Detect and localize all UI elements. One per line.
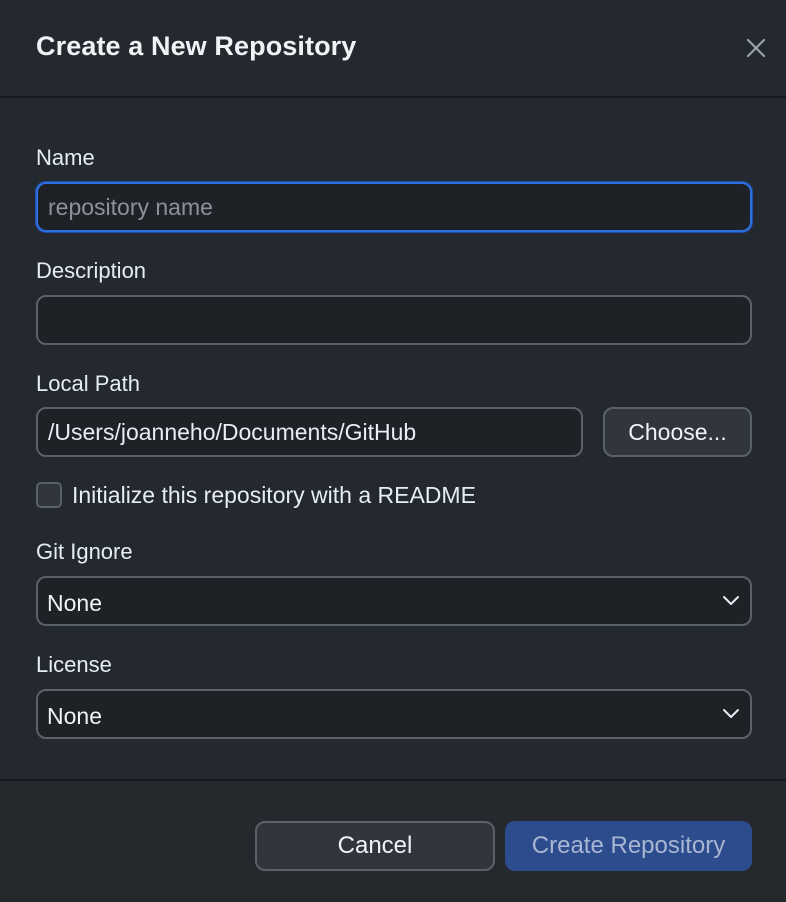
license-label: License xyxy=(36,652,112,677)
git-ignore-label: Git Ignore xyxy=(36,539,133,564)
local-path-input[interactable] xyxy=(36,407,583,457)
git-ignore-select[interactable]: None xyxy=(36,576,752,626)
dialog-title: Create a New Repository xyxy=(36,31,357,61)
description-input[interactable] xyxy=(36,295,752,345)
local-path-label: Local Path xyxy=(36,371,140,396)
create-repository-dialog: Create a New Repository Name Description… xyxy=(0,0,786,902)
git-ignore-selected-value: None xyxy=(47,590,102,616)
license-selected-value: None xyxy=(47,703,102,729)
description-label: Description xyxy=(36,258,147,283)
chevron-down-icon xyxy=(723,596,739,605)
close-icon xyxy=(746,38,766,58)
choose-button[interactable]: Choose... xyxy=(603,407,752,457)
close-button[interactable] xyxy=(738,30,774,66)
cancel-button[interactable]: Cancel xyxy=(255,821,495,871)
readme-checkbox-label[interactable]: Initialize this repository with a README xyxy=(72,482,476,509)
chevron-down-icon xyxy=(723,709,739,718)
name-label: Name xyxy=(36,145,95,170)
dialog-header: Create a New Repository xyxy=(0,0,786,98)
readme-checkbox[interactable] xyxy=(36,482,62,508)
license-select[interactable]: None xyxy=(36,689,752,739)
name-input[interactable] xyxy=(36,182,752,232)
create-repository-button[interactable]: Create Repository xyxy=(505,821,752,871)
